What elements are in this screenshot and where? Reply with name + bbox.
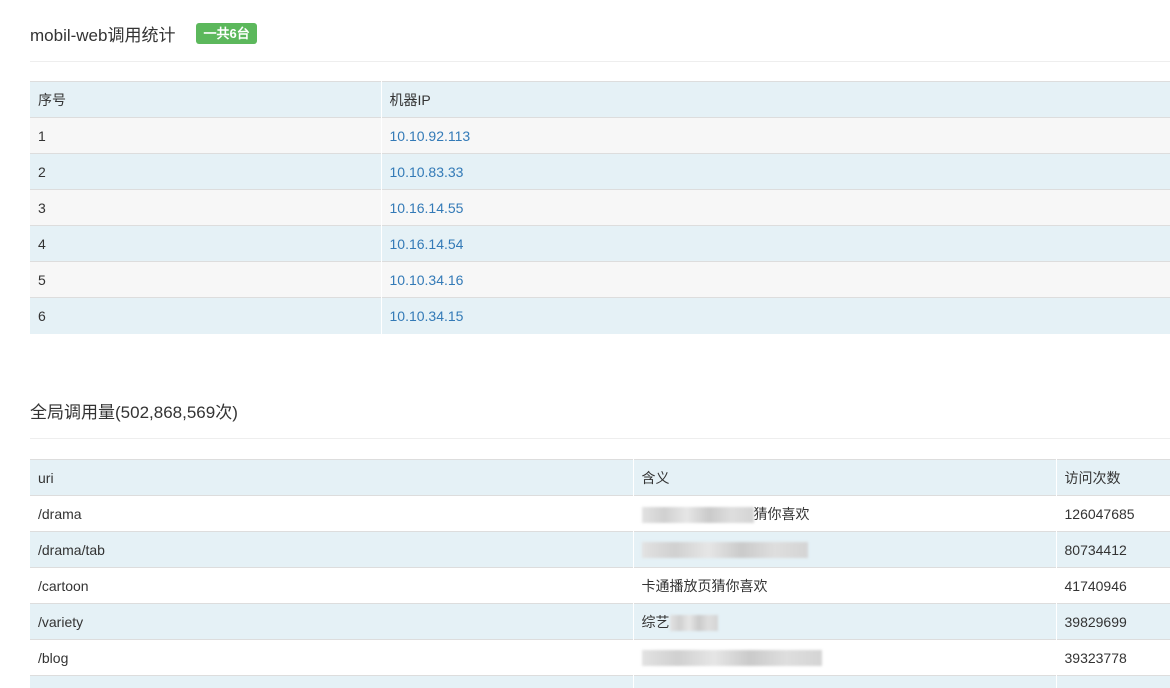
redacted-text [641, 506, 754, 523]
row-index: 6 [30, 297, 382, 334]
machine-ip-link[interactable]: 10.10.34.16 [390, 272, 464, 288]
count-cell: 41740946 [1056, 567, 1170, 604]
machine-ip-cell: 10.10.83.33 [381, 153, 1170, 190]
page: mobil-web调用统计 一共6台 序号 机器IP 1 10.10.92.11… [0, 0, 1170, 688]
row-index: 4 [30, 225, 382, 262]
table-row: /drama/tab 80734412 [30, 531, 1170, 568]
table-row: /cartoon 卡通播放页猜你喜欢 41740946 [30, 567, 1170, 604]
machine-ip-cell: 10.16.14.55 [381, 189, 1170, 226]
machine-ip-cell: 10.10.34.16 [381, 261, 1170, 298]
uri-cell: /drama [30, 495, 634, 532]
machine-count-badge: 一共6台 [196, 22, 257, 44]
table-row: 4 10.16.14.54 [30, 225, 1170, 262]
count-cell: 39829699 [1056, 603, 1170, 640]
meaning-cell [633, 675, 1057, 688]
meaning-cell: 综艺 [633, 603, 1057, 640]
uri-table-header: uri 含义 访问次数 [30, 459, 1170, 496]
table-row [30, 675, 1170, 688]
redacted-text [641, 542, 808, 559]
row-index: 1 [30, 117, 382, 154]
count-cell [1056, 675, 1170, 688]
meaning-cell: 卡通播放页猜你喜欢 [633, 567, 1057, 604]
machine-ip-cell: 10.10.34.15 [381, 297, 1170, 334]
uri-cell: /variety [30, 603, 634, 640]
table-row: 3 10.16.14.55 [30, 189, 1170, 226]
meaning-cell [633, 639, 1057, 676]
column-header-uri: uri [30, 459, 634, 496]
column-header-ip: 机器IP [381, 81, 1170, 118]
machine-table: 序号 机器IP 1 10.10.92.113 2 10.10.83.33 3 1… [30, 81, 1170, 334]
uri-cell: /blog [30, 639, 634, 676]
divider [30, 61, 1170, 62]
count-cell: 39323778 [1056, 639, 1170, 676]
machine-ip-link[interactable]: 10.10.34.15 [390, 308, 464, 324]
machine-section-title: mobil-web调用统计 [30, 25, 176, 45]
machine-table-header: 序号 机器IP [30, 81, 1170, 118]
table-row: 2 10.10.83.33 [30, 153, 1170, 190]
uri-cell: /drama/tab [30, 531, 634, 568]
uri-table: uri 含义 访问次数 /drama 猜你喜欢 126047685 /drama… [30, 459, 1170, 688]
table-row: 6 10.10.34.15 [30, 297, 1170, 334]
machine-ip-link[interactable]: 10.10.83.33 [390, 164, 464, 180]
meaning-cell [633, 531, 1057, 568]
row-index: 3 [30, 189, 382, 226]
table-row: 5 10.10.34.16 [30, 261, 1170, 298]
column-header-meaning: 含义 [633, 459, 1057, 496]
meaning-text: 综艺 [641, 613, 670, 630]
machine-ip-link[interactable]: 10.16.14.55 [390, 200, 464, 216]
divider [30, 438, 1170, 439]
machine-ip-cell: 10.16.14.54 [381, 225, 1170, 262]
machine-ip-cell: 10.10.92.113 [381, 117, 1170, 154]
table-row: 1 10.10.92.113 [30, 117, 1170, 154]
meaning-cell: 猜你喜欢 [633, 495, 1057, 532]
redacted-text [641, 650, 822, 667]
meaning-text: 猜你喜欢 [753, 505, 810, 522]
column-header-count: 访问次数 [1056, 459, 1170, 496]
global-calls-title: 全局调用量(502,868,569次) [30, 403, 238, 422]
machine-ip-link[interactable]: 10.16.14.54 [390, 236, 464, 252]
row-index: 5 [30, 261, 382, 298]
count-cell: 80734412 [1056, 531, 1170, 568]
column-header-index: 序号 [30, 81, 382, 118]
table-row: /drama 猜你喜欢 126047685 [30, 495, 1170, 532]
uri-cell: /cartoon [30, 567, 634, 604]
redacted-text [669, 614, 718, 631]
uri-cell [30, 675, 634, 688]
machine-ip-link[interactable]: 10.10.92.113 [390, 128, 471, 144]
count-cell: 126047685 [1056, 495, 1170, 532]
table-row: /variety 综艺 39829699 [30, 603, 1170, 640]
row-index: 2 [30, 153, 382, 190]
table-row: /blog 39323778 [30, 639, 1170, 676]
machine-section-header: mobil-web调用统计 一共6台 [30, 20, 257, 46]
